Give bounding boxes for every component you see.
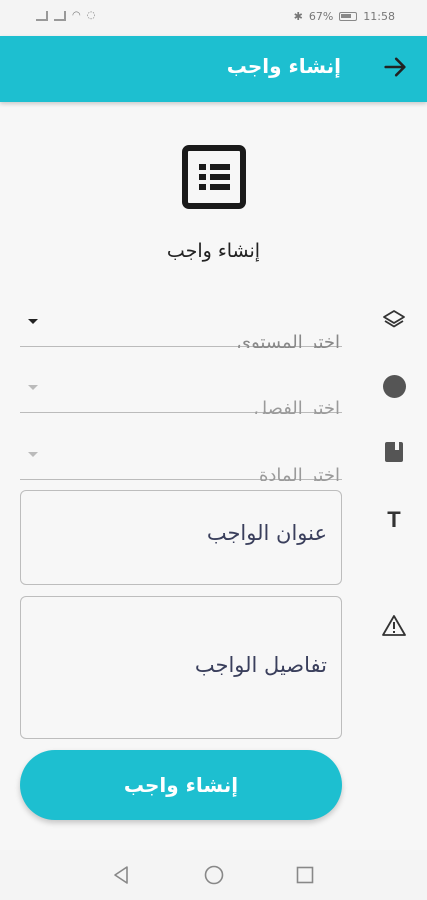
class-placeholder: اختر الفصل — [253, 398, 340, 414]
layers-icon-svg — [383, 310, 405, 328]
create-homework-button[interactable]: إنشاء واجب — [20, 750, 342, 820]
level-placeholder: اختر المستوى — [237, 332, 340, 348]
app-bar: إنشاء واجب — [0, 36, 427, 102]
text-glyph: T — [387, 507, 401, 532]
homework-title-placeholder: عنوان الواجب — [206, 521, 327, 545]
homework-details-placeholder: تفاصيل الواجب — [194, 653, 327, 677]
chevron-down-icon — [28, 452, 38, 457]
status-left-icons: ◠ ◌ — [36, 10, 95, 21]
system-nav-bar — [0, 850, 427, 900]
warning-icon-svg — [382, 615, 406, 636]
create-homework-label: إنشاء واجب — [123, 773, 239, 797]
signal-icon — [36, 10, 48, 21]
chevron-down-icon — [28, 385, 38, 390]
text-icon: T — [380, 506, 408, 534]
wifi-icon: ◠ — [72, 10, 81, 21]
homework-details-field[interactable]: تفاصيل الواجب — [20, 596, 342, 739]
list-icon — [182, 145, 246, 209]
clock: 11:58 — [363, 10, 395, 23]
nav-back-icon[interactable] — [110, 864, 132, 886]
nav-recents-icon[interactable] — [294, 864, 316, 886]
level-dropdown[interactable]: اختر المستوى — [20, 297, 342, 348]
chevron-down-icon — [28, 319, 38, 324]
class-dropdown[interactable]: اختر الفصل — [20, 363, 342, 414]
subject-dropdown[interactable]: اختر المادة — [20, 430, 342, 481]
circle-icon — [380, 372, 408, 400]
subject-placeholder: اختر المادة — [258, 465, 340, 481]
status-bar: ◠ ◌ ✱ 67% 11:58 — [0, 0, 427, 36]
bluetooth-icon: ✱ — [293, 10, 303, 23]
battery-icon — [339, 12, 358, 21]
back-arrow-icon[interactable] — [381, 53, 409, 81]
book-icon-svg — [385, 442, 403, 462]
book-icon — [380, 438, 408, 466]
status-right-icons: ✱ 67% 11:58 — [294, 10, 395, 23]
battery-percent: 67% — [308, 10, 334, 23]
signal-icon — [54, 10, 66, 21]
notification-icon: ◌ — [86, 10, 96, 21]
page-title: إنشاء واجب — [166, 240, 261, 262]
homework-title-field[interactable]: عنوان الواجب — [20, 490, 342, 585]
circle-shape — [382, 374, 406, 398]
nav-home-icon[interactable] — [203, 864, 225, 886]
layers-icon — [380, 306, 408, 334]
app-bar-title: إنشاء واجب — [226, 54, 341, 78]
warning-icon — [380, 611, 408, 639]
